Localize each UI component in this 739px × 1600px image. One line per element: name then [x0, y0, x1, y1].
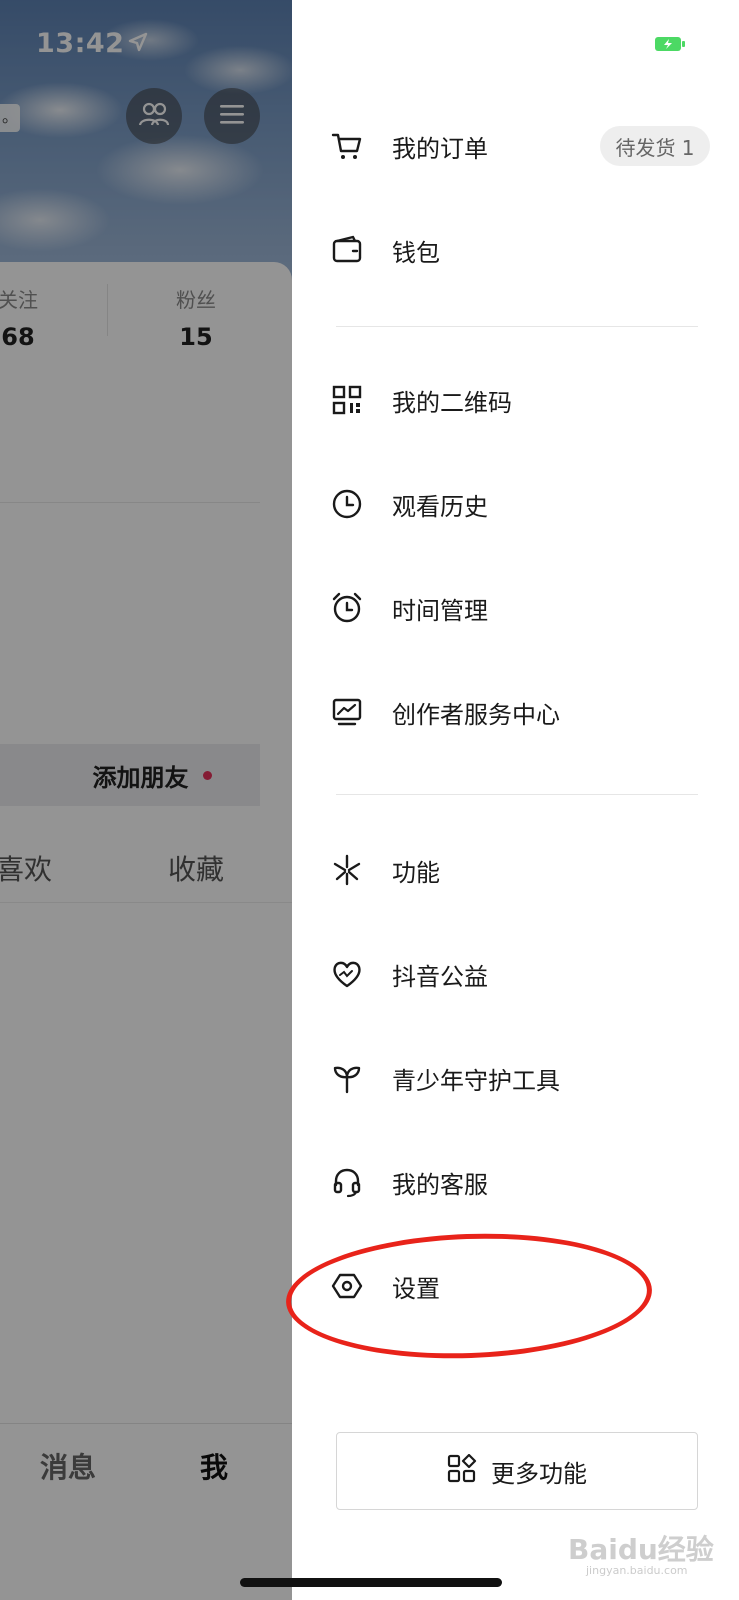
menu-item-label: 我的客服 — [392, 1170, 488, 1199]
section-divider — [336, 326, 698, 327]
dim-overlay[interactable] — [0, 0, 292, 1600]
menu-item-time-management[interactable]: 时间管理 — [330, 578, 710, 638]
background-profile-page: 13:42 。 关注 68 粉丝 15 添加朋友 喜欢 收藏 消息 我 — [0, 0, 292, 1600]
sparkle-icon — [330, 853, 364, 887]
menu-item-label: 功能 — [392, 858, 440, 887]
cart-icon — [330, 129, 364, 163]
menu-item-qr-code[interactable]: 我的二维码 — [330, 370, 710, 430]
baidu-watermark: Baidu经验 — [568, 1533, 714, 1566]
more-features-label: 更多功能 — [491, 1459, 587, 1488]
qr-code-icon — [330, 383, 364, 417]
menu-item-label: 我的订单 — [392, 134, 488, 163]
menu-item-label: 时间管理 — [392, 596, 488, 625]
menu-item-customer-service[interactable]: 我的客服 — [330, 1152, 710, 1212]
monitor-chart-icon — [330, 695, 364, 729]
home-indicator[interactable] — [240, 1578, 502, 1587]
menu-item-features[interactable]: 功能 — [330, 840, 710, 900]
alarm-clock-icon — [330, 591, 364, 625]
order-status-badge[interactable]: 待发货 1 — [600, 126, 710, 166]
menu-item-label: 抖音公益 — [392, 962, 488, 991]
menu-item-label: 我的二维码 — [392, 388, 512, 417]
baidu-watermark-url: jingyan.baidu.com — [586, 1564, 688, 1577]
menu-item-label: 青少年守护工具 — [392, 1066, 560, 1095]
headset-icon — [330, 1165, 364, 1199]
battery-icon — [654, 36, 686, 52]
menu-item-creator-center[interactable]: 创作者服务中心 — [330, 682, 710, 742]
wallet-icon — [330, 233, 364, 267]
apps-grid-icon — [447, 1453, 477, 1488]
menu-item-youth-protection[interactable]: 青少年守护工具 — [330, 1048, 710, 1108]
menu-item-wallet[interactable]: 钱包 — [330, 220, 710, 280]
menu-item-charity[interactable]: 抖音公益 — [330, 944, 710, 1004]
menu-item-label: 钱包 — [392, 238, 440, 267]
menu-item-watch-history[interactable]: 观看历史 — [330, 474, 710, 534]
menu-item-label: 创作者服务中心 — [392, 700, 560, 729]
more-features-button[interactable]: 更多功能 — [336, 1432, 698, 1510]
menu-item-label: 观看历史 — [392, 492, 488, 521]
section-divider — [336, 794, 698, 795]
heart-icon — [330, 957, 364, 991]
clock-icon — [330, 487, 364, 521]
sprout-icon — [330, 1061, 364, 1095]
